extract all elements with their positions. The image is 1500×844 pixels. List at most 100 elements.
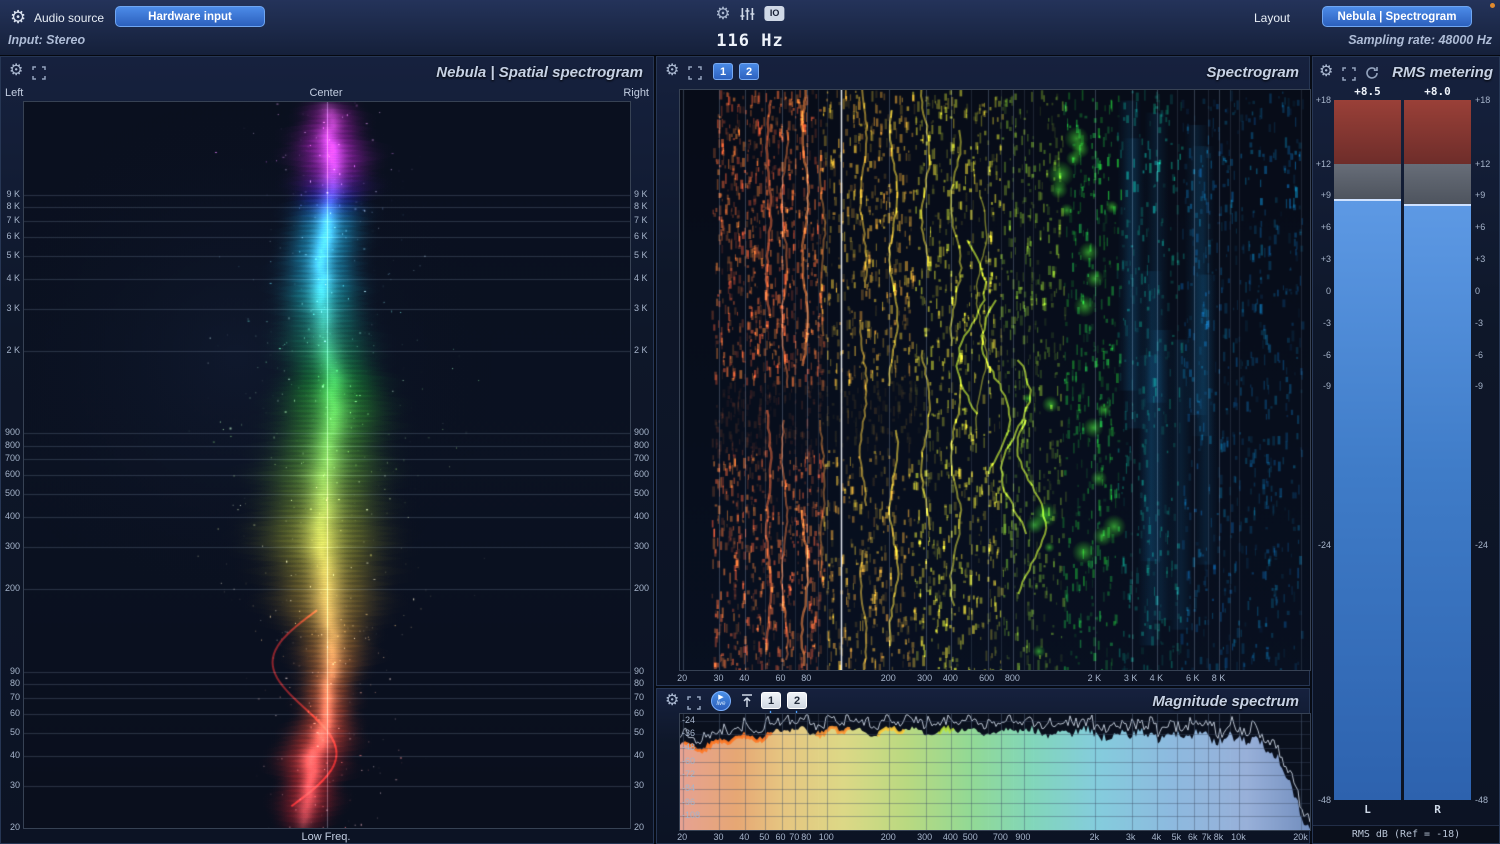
audio-settings-gear-icon[interactable]: ⚙ bbox=[10, 8, 26, 26]
tick-label: 70 bbox=[789, 832, 800, 842]
tick-label: 700 bbox=[634, 453, 650, 464]
tick-label: 4 K bbox=[634, 272, 648, 283]
rms-scale-left: +18 +12 +9 +6 +3 0 -3 -6 -9 -24 -48 bbox=[1313, 96, 1332, 805]
tick-label: +18 bbox=[1475, 95, 1491, 105]
tick-label: 30 bbox=[713, 832, 724, 842]
top-bar: ⚙ Audio source Hardware input Input: Ste… bbox=[0, 0, 1500, 56]
tick-label: -9 bbox=[1475, 381, 1484, 392]
tick-label: 300 bbox=[917, 832, 933, 842]
tick-label: 900 bbox=[634, 427, 650, 438]
tick-label: 3 K bbox=[1123, 673, 1138, 683]
magnitude-freq-scale: 20 30 40 50 60 70 80 100 200 300 400 500 700 900 2k 3k 4… bbox=[677, 832, 1309, 844]
spectrogram-plot bbox=[679, 89, 1311, 671]
tick-label: +3 bbox=[1475, 254, 1486, 265]
spectrogram-panel-title: Spectrogram bbox=[1206, 64, 1299, 81]
spatial-spectrogram-canvas[interactable] bbox=[24, 102, 630, 828]
tick-label: 5k bbox=[1171, 832, 1182, 842]
tick-label: -96 bbox=[682, 796, 696, 807]
tick-label: 800 bbox=[634, 439, 650, 450]
tick-label: 50 bbox=[759, 832, 770, 842]
tick-label: 2 K bbox=[634, 344, 648, 355]
tick-label: 6k bbox=[1187, 832, 1198, 842]
tick-label: 5 K bbox=[6, 249, 20, 260]
sampling-rate-status: Sampling rate: 48000 Hz bbox=[1348, 33, 1492, 47]
fullscreen-icon[interactable] bbox=[687, 696, 701, 710]
rms-settings-gear-icon[interactable]: ⚙ bbox=[1319, 64, 1333, 80]
meter-headroom-zone bbox=[1404, 163, 1471, 205]
sliders-icon[interactable] bbox=[740, 6, 756, 22]
spectrogram-canvas[interactable] bbox=[680, 90, 1310, 670]
tick-label: 200 bbox=[880, 673, 896, 683]
tick-label: 10k bbox=[1231, 832, 1246, 842]
tick-label: 80 bbox=[9, 678, 20, 689]
tick-label: -24 bbox=[1317, 540, 1331, 551]
tick-label: 9 K bbox=[6, 188, 20, 199]
tick-label: 8 K bbox=[634, 200, 648, 211]
tick-label: 200 bbox=[880, 832, 896, 842]
magnitude-settings-gear-icon[interactable]: ⚙ bbox=[665, 693, 679, 709]
view-preset-button[interactable]: Nebula | Spectrogram bbox=[1322, 6, 1472, 27]
tick-label: 40 bbox=[739, 832, 750, 842]
tick-label: 60 bbox=[775, 832, 786, 842]
tick-label: 800 bbox=[1004, 673, 1020, 683]
fullscreen-icon[interactable] bbox=[32, 66, 46, 80]
layer-1-button[interactable]: 1 bbox=[713, 63, 733, 80]
fullscreen-icon[interactable] bbox=[1342, 67, 1356, 81]
analyzer-settings-gear-icon[interactable]: ⚙ bbox=[715, 5, 730, 22]
fullscreen-icon[interactable] bbox=[688, 66, 702, 80]
spectrogram-settings-gear-icon[interactable]: ⚙ bbox=[665, 63, 679, 79]
reset-refresh-icon[interactable] bbox=[1365, 66, 1379, 80]
tick-label: 3k bbox=[1125, 832, 1136, 842]
io-routing-button[interactable]: IO bbox=[764, 6, 785, 21]
tick-label: 80 bbox=[801, 673, 812, 683]
rms-scale-right: +18 +12 +9 +6 +3 0 -3 -6 -9 -24 -48 bbox=[1473, 96, 1500, 805]
tick-label: 600 bbox=[4, 469, 20, 480]
tick-label: 700 bbox=[992, 832, 1008, 842]
tick-label: -36 bbox=[682, 728, 696, 739]
tick-label: +6 bbox=[1475, 222, 1486, 233]
tick-label: 20 bbox=[677, 832, 688, 842]
meter-level-fill bbox=[1404, 206, 1471, 800]
spatial-spectrogram-plot bbox=[23, 101, 631, 829]
tick-label: -9 bbox=[1322, 381, 1331, 392]
tick-label: 70 bbox=[9, 692, 20, 703]
frequency-readout: 116 Hz bbox=[716, 31, 784, 51]
rms-panel-title: RMS metering bbox=[1392, 64, 1493, 81]
layout-button[interactable]: Layout bbox=[1254, 11, 1290, 25]
tick-label: 5 K bbox=[634, 249, 648, 260]
tick-label: +3 bbox=[1320, 254, 1331, 265]
tick-label: 3 K bbox=[6, 302, 20, 313]
tick-label: 7k bbox=[1201, 832, 1212, 842]
live-button[interactable]: ▶ live bbox=[711, 691, 731, 711]
magnitude-spectrum-canvas[interactable] bbox=[680, 714, 1310, 830]
rms-meter-left bbox=[1334, 100, 1401, 800]
tick-label: 60 bbox=[775, 673, 786, 683]
spectrogram-freq-scale: 20 30 40 60 80 200 300 400 600 800 2 K 3 K 4 K 6 K 8 K bbox=[677, 672, 1309, 685]
tick-label: 500 bbox=[634, 488, 650, 499]
tick-label: 90 bbox=[634, 666, 645, 677]
tick-label: 200 bbox=[4, 583, 20, 594]
tick-label: 7 K bbox=[6, 214, 20, 225]
tick-label: 400 bbox=[634, 511, 650, 522]
tick-label: 50 bbox=[9, 727, 20, 737]
tick-label: -48 bbox=[1317, 795, 1331, 805]
tick-label: -84 bbox=[682, 783, 696, 794]
layer-2-button[interactable]: 2 bbox=[739, 63, 759, 80]
spectrogram-panel: ⚙ 1 2 Spectrogram 20 30 40 60 80 200 300 400 600… bbox=[656, 56, 1311, 686]
tick-label: 300 bbox=[4, 541, 20, 552]
tick-label: 6 K bbox=[1185, 673, 1200, 683]
tick-label: 40 bbox=[634, 750, 645, 761]
tick-label: 500 bbox=[962, 832, 978, 842]
channel-label-right: R bbox=[1434, 803, 1441, 816]
tick-label: -6 bbox=[1322, 349, 1331, 360]
spatial-settings-gear-icon[interactable]: ⚙ bbox=[9, 63, 23, 79]
tick-label: 600 bbox=[979, 673, 995, 683]
rms-left-readout: +8.5 bbox=[1354, 85, 1381, 98]
freeze-top-arrow-icon[interactable] bbox=[741, 694, 753, 708]
tick-label: -24 bbox=[1475, 540, 1489, 551]
tick-label: 2 K bbox=[6, 344, 20, 355]
hardware-input-button[interactable]: Hardware input bbox=[115, 6, 265, 27]
tick-label: +12 bbox=[1475, 158, 1491, 169]
tick-label: 400 bbox=[942, 832, 958, 842]
tick-label: 30 bbox=[634, 779, 645, 790]
